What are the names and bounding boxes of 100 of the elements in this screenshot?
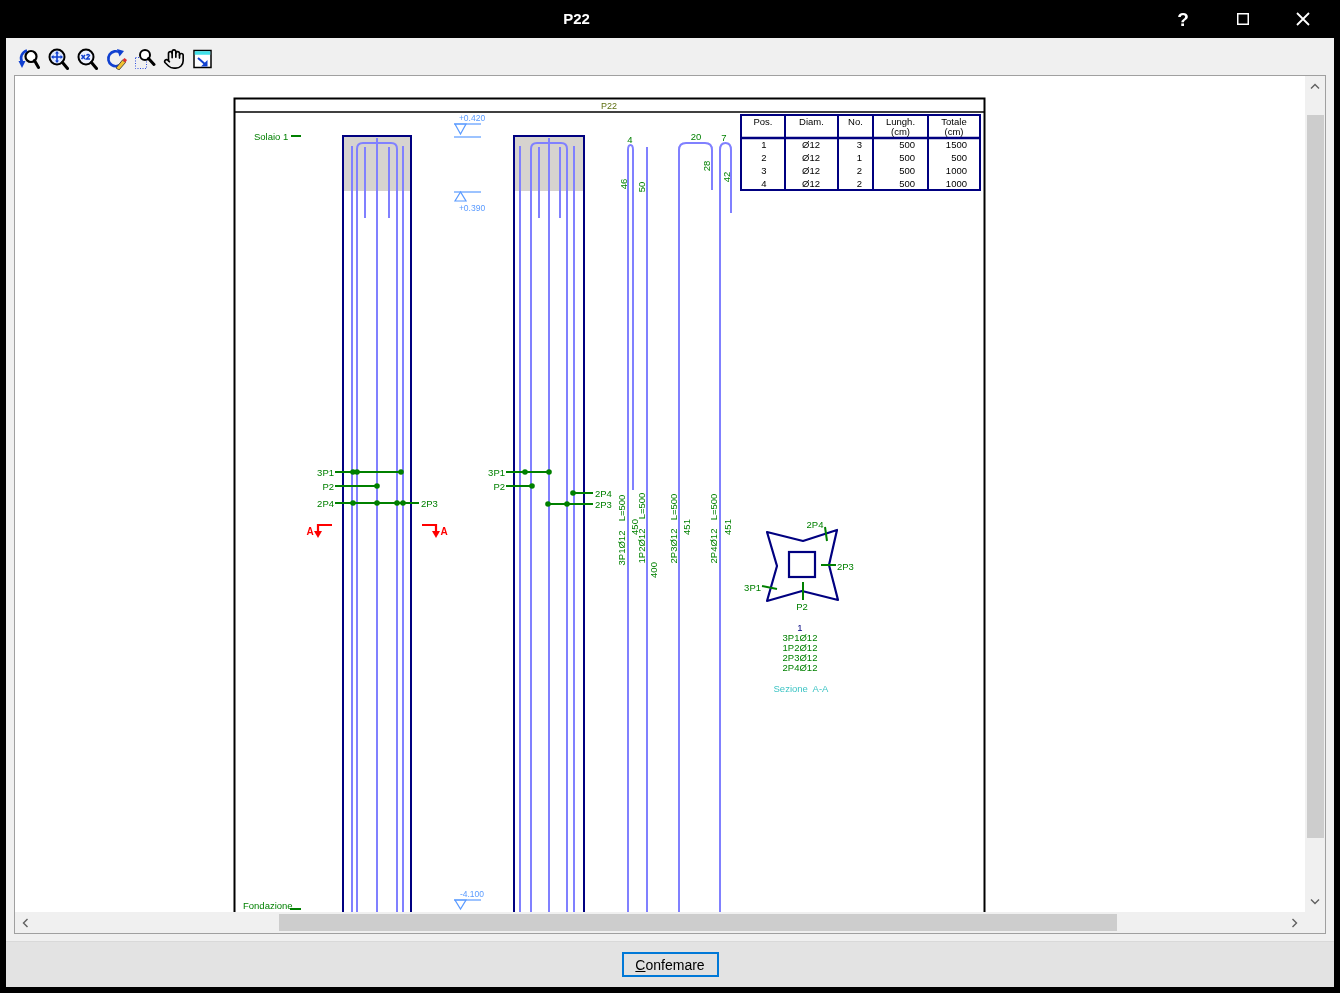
floor-label: Solaio 1 — [254, 130, 289, 142]
dimension-label: 28 — [700, 160, 712, 172]
table-cell: 500 — [899, 138, 915, 150]
foundation-label: Fondazione — [243, 899, 293, 911]
bar-legend-label: 2P3Ø12 — [782, 651, 818, 663]
bar-mark-label: 2P3Ø12 — [667, 528, 679, 564]
table-cell: 500 — [899, 164, 915, 176]
bar-callout-label: 2P4 — [317, 497, 334, 509]
dimension-label: 7 — [721, 131, 727, 143]
bar-callout-label: P2 — [322, 480, 334, 492]
level-value: -4.100 — [459, 889, 485, 899]
scroll-right-icon[interactable] — [1292, 917, 1298, 928]
callout-leader — [334, 469, 404, 475]
bar-tick — [761, 585, 778, 590]
close-icon[interactable] — [1296, 12, 1310, 26]
magnifier-dotted-box-icon[interactable] — [134, 47, 156, 70]
dimension-label: 46 — [617, 178, 629, 190]
bar-tick — [802, 581, 804, 601]
section-cut-label: A — [440, 525, 448, 537]
section-title: Sezione A-A — [773, 682, 829, 694]
bar-mark-label: 3P1Ø12 — [615, 530, 627, 566]
table-cell: Ø12 — [802, 138, 820, 150]
callout-leader — [505, 483, 535, 489]
bar-length-label: L=500 — [635, 492, 647, 520]
maximize-icon[interactable] — [1237, 13, 1249, 25]
core-square — [787, 550, 817, 579]
bar-callout-label: 3P1 — [317, 466, 334, 478]
dimension-label: 450 — [628, 519, 640, 535]
bar-callout-label: 2P4 — [806, 518, 824, 530]
scrollbar-thumb[interactable] — [1306, 115, 1324, 838]
sheet-title: P22 — [601, 100, 617, 111]
bar-tick — [820, 564, 837, 566]
bar-callout-label: P2 — [493, 480, 505, 492]
level-marker — [453, 190, 482, 202]
bar-callout-label: 2P4 — [595, 487, 612, 499]
level-value: +0.390 — [458, 203, 486, 213]
column-header: Pos. — [753, 115, 773, 127]
table-cell: 500 — [899, 151, 915, 163]
bar-callout-label: 3P1 — [744, 581, 761, 593]
callout-leader — [334, 483, 380, 489]
table-cell: 1000 — [945, 164, 967, 176]
dimension-label: 400 — [647, 562, 659, 578]
magnifier-cross-arrows-icon[interactable] — [47, 47, 69, 70]
magnifier-x2-icon[interactable] — [76, 47, 98, 70]
bar-mark-label: 2P4Ø12 — [707, 528, 719, 564]
level-marker — [453, 899, 482, 911]
table-cell: 1 — [761, 138, 767, 150]
table-cell: 2 — [856, 164, 862, 176]
callout-leader — [545, 501, 594, 507]
bar-callout-label: P2 — [796, 600, 808, 612]
table-cell: 3 — [761, 164, 767, 176]
section-cut-arrow — [422, 523, 440, 538]
help-button[interactable]: ? — [1177, 9, 1189, 29]
column-header: Totale — [941, 115, 967, 127]
column-header: Diam. — [799, 115, 824, 127]
bar-length-label: L=500 — [615, 494, 627, 522]
table-cell: Ø12 — [802, 164, 820, 176]
scrollbar-thumb[interactable] — [279, 914, 1117, 931]
dimension-label: 451 — [680, 519, 692, 535]
dimension-label: 42 — [720, 171, 732, 183]
bar-callout-label: 3P1 — [488, 466, 505, 478]
table-cell: 3 — [856, 138, 862, 150]
scroll-left-icon[interactable] — [22, 917, 28, 928]
bar-legend-label: 3P1Ø12 — [782, 631, 818, 643]
table-cell: 2 — [856, 177, 862, 189]
hand-icon[interactable] — [163, 47, 185, 70]
bar-callout-label: 2P3 — [595, 498, 612, 510]
table-cell: 1000 — [945, 177, 967, 189]
table-cell: 1500 — [945, 138, 967, 150]
column-header: Lungh. — [885, 115, 916, 127]
table-cell: 500 — [951, 151, 967, 163]
level-marker — [453, 123, 482, 138]
magnifier-arrow-icon[interactable] — [18, 47, 40, 70]
callout-leader — [505, 469, 552, 475]
scroll-down-icon[interactable] — [1310, 899, 1320, 905]
section-number: 1 — [797, 621, 803, 633]
column-unit: (cm) — [944, 125, 964, 137]
scroll-up-icon[interactable] — [1310, 83, 1320, 89]
table-cell: 4 — [761, 177, 767, 189]
bar-tick — [824, 526, 828, 542]
confirm-button[interactable]: Confemare — [621, 952, 719, 977]
dimension-label: 20 — [690, 130, 702, 142]
foundation-leader-line — [289, 908, 302, 910]
dimension-label: 50 — [635, 181, 647, 193]
dimension-label: 451 — [721, 519, 733, 535]
section-cut-arrow — [314, 523, 332, 538]
bar-callout-label: 2P3 — [421, 497, 438, 509]
dimension-label: 4 — [627, 133, 633, 145]
callout-leader — [570, 490, 594, 496]
table-cell: Ø12 — [802, 177, 820, 189]
bar-legend-label: 1P2Ø12 — [782, 641, 818, 653]
table-cell: Ø12 — [802, 151, 820, 163]
column-unit: (cm) — [891, 125, 910, 137]
table-cell: 2 — [761, 151, 767, 163]
level-value: +0.420 — [458, 113, 486, 123]
refresh-pencil-icon[interactable] — [105, 47, 127, 70]
bar-length-label: L=500 — [707, 493, 719, 521]
bar-legend-label: 2P4Ø12 — [782, 661, 818, 673]
bar-length-label: L=500 — [667, 493, 679, 521]
column-header: No. — [848, 115, 863, 127]
